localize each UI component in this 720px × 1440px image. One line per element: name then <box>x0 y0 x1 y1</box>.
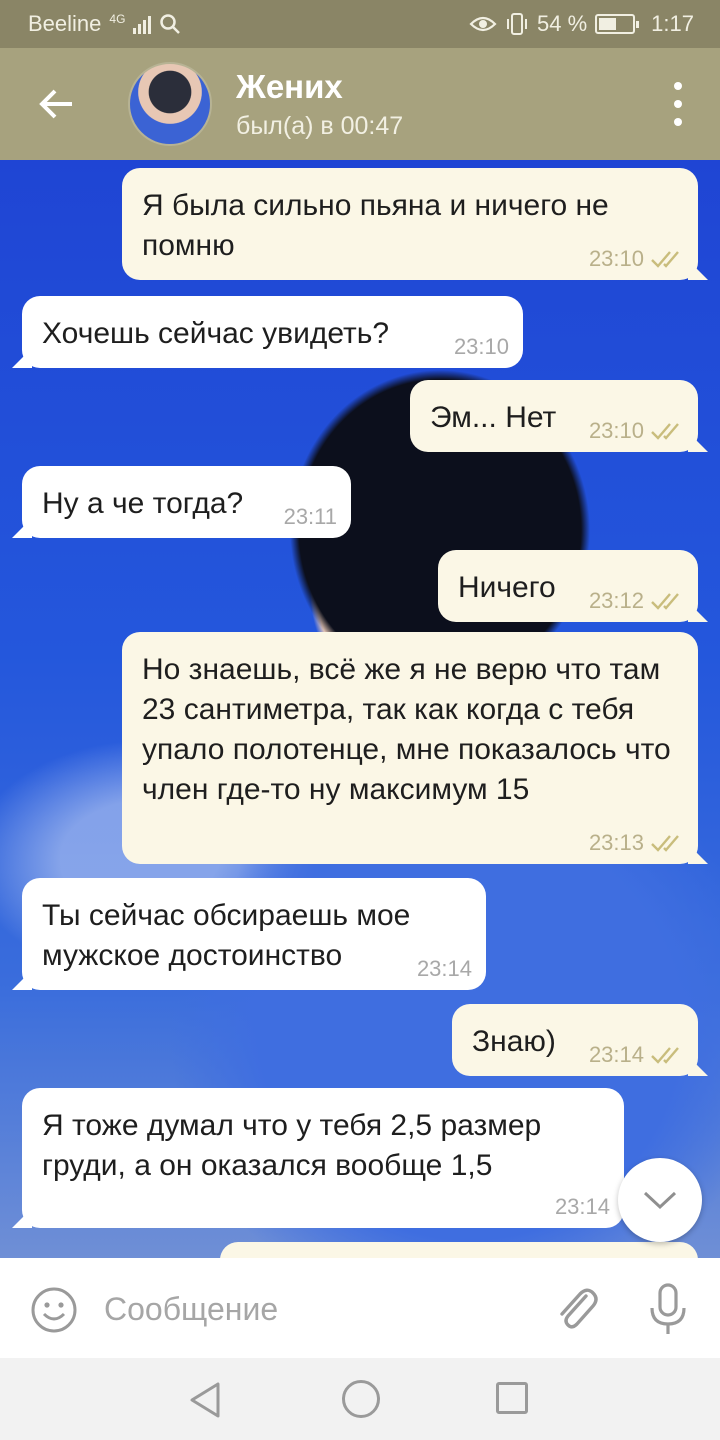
message-bubble-outgoing[interactable]: Я была сильно пьяна и ничего не помню 23… <box>122 168 698 280</box>
carrier-label: Beeline <box>28 11 102 36</box>
message-input[interactable] <box>104 1284 524 1334</box>
message-time: 23:11 <box>283 504 337 529</box>
contact-name[interactable]: Жених <box>236 68 343 106</box>
read-checks-icon <box>651 423 679 440</box>
nav-back-icon[interactable] <box>186 1380 226 1420</box>
read-checks-icon <box>651 593 679 610</box>
read-checks-icon <box>651 1047 679 1064</box>
search-icon <box>160 14 181 34</box>
eye-icon <box>469 16 497 32</box>
message-bubble-outgoing[interactable]: Ничего 23:12 <box>438 550 698 622</box>
network-type: 4G <box>109 12 126 26</box>
vibrate-icon <box>507 13 528 35</box>
smiley-icon[interactable] <box>30 1286 78 1334</box>
read-checks-icon <box>651 251 679 268</box>
message-bubble-incoming[interactable]: Ты сейчас обсираешь мое мужское достоинс… <box>22 878 486 990</box>
status-bar: Beeline 4G 54 % 1:17 <box>0 0 720 48</box>
message-time: 23:10 <box>453 334 509 359</box>
message-bubble-incoming[interactable]: Хочешь сейчас увидеть? 23:10 <box>22 296 523 368</box>
message-list[interactable]: Я была сильно пьяна и ничего не помню 23… <box>0 160 720 1258</box>
scroll-down-button[interactable] <box>618 1158 702 1242</box>
nav-home-button[interactable] <box>342 1380 380 1418</box>
message-time: 23:13 <box>588 830 644 855</box>
system-nav-bar <box>0 1358 720 1440</box>
message-bubble-outgoing[interactable]: Эм... Нет 23:10 <box>410 380 698 452</box>
chevron-down-icon <box>643 1191 677 1210</box>
message-time: 23:14 <box>554 1194 610 1219</box>
message-bubble-incoming[interactable]: Ну а че тогда? 23:11 <box>22 466 351 538</box>
message-time: 23:10 <box>588 418 644 443</box>
message-bubble-outgoing-partial[interactable] <box>220 1242 698 1258</box>
signal-icon <box>133 14 152 34</box>
message-time: 23:10 <box>588 246 644 271</box>
arrow-left-icon <box>39 89 72 119</box>
message-bubble-outgoing[interactable]: Знаю) 23:14 <box>452 1004 698 1076</box>
clock: 1:17 <box>651 11 694 36</box>
read-checks-icon <box>651 835 679 852</box>
paperclip-icon[interactable] <box>552 1284 600 1334</box>
more-options-button[interactable] <box>666 82 690 126</box>
message-bubble-incoming[interactable]: Я тоже думал что у тебя 2,5 размер груди… <box>22 1088 624 1228</box>
chat-header: Жених был(а) в 00:47 <box>0 48 720 160</box>
message-text: Я тоже думал что у тебя 2,5 размер груди… <box>42 1109 542 1182</box>
message-composer <box>0 1258 720 1358</box>
last-seen-status: был(а) в 00:47 <box>236 112 404 140</box>
battery-icon <box>595 14 640 34</box>
nav-recent-apps-button[interactable] <box>496 1382 528 1414</box>
more-vertical-icon <box>674 82 682 90</box>
message-text: Но знаешь, всё же я не верю что там 23 с… <box>142 653 671 806</box>
message-text: Ты сейчас обсираешь мое мужское достоинс… <box>42 899 411 972</box>
message-text: Хочешь сейчас увидеть? <box>42 317 390 350</box>
message-time: 23:12 <box>588 588 644 613</box>
message-time: 23:14 <box>588 1042 644 1067</box>
contact-avatar[interactable] <box>128 62 212 146</box>
message-time: 23:14 <box>416 956 472 981</box>
battery-percent: 54 % <box>537 11 588 36</box>
back-button[interactable] <box>30 78 82 130</box>
microphone-icon[interactable] <box>646 1282 690 1336</box>
message-bubble-outgoing[interactable]: Но знаешь, всё же я не верю что там 23 с… <box>122 632 698 864</box>
